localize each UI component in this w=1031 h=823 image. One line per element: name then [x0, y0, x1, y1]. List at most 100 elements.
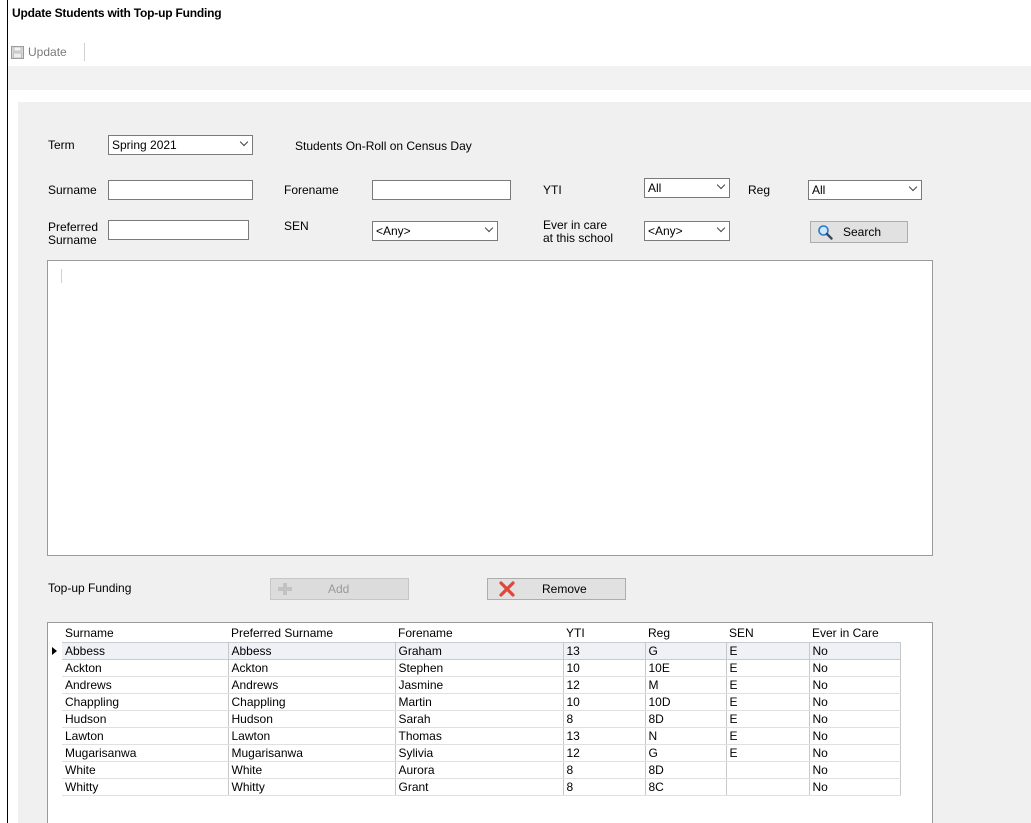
- cell-sen[interactable]: E: [726, 744, 810, 762]
- cell-reg[interactable]: G: [645, 744, 727, 762]
- cell-ever-in-care[interactable]: No: [809, 676, 901, 694]
- cell-reg[interactable]: 8D: [645, 710, 727, 728]
- cell-ever-in-care[interactable]: No: [809, 693, 901, 711]
- cell-sen[interactable]: E: [726, 676, 810, 694]
- column-header-surname[interactable]: Surname: [62, 623, 228, 643]
- cell-forename[interactable]: Sarah: [395, 710, 564, 728]
- cell-forename[interactable]: Grant: [395, 778, 564, 796]
- table-row[interactable]: Lawton Lawton Thomas 13 N E No: [48, 727, 901, 745]
- cell-sen[interactable]: [726, 761, 810, 779]
- cell-yti[interactable]: 13: [563, 642, 646, 660]
- cell-forename[interactable]: Thomas: [395, 727, 564, 745]
- table-row[interactable]: Mugarisanwa Mugarisanwa Sylivia 12 G E N…: [48, 744, 901, 762]
- yti-dropdown[interactable]: All: [644, 178, 730, 198]
- cell-reg[interactable]: 10D: [645, 693, 727, 711]
- cell-ever-in-care[interactable]: No: [809, 761, 901, 779]
- column-header-reg[interactable]: Reg: [645, 623, 726, 643]
- cell-reg[interactable]: N: [645, 727, 727, 745]
- top-up-funding-grid[interactable]: Surname Preferred Surname Forename YTI R…: [47, 622, 933, 823]
- cell-sen[interactable]: E: [726, 693, 810, 711]
- surname-label: Surname: [48, 183, 97, 197]
- cell-ever-in-care[interactable]: No: [809, 642, 901, 660]
- cell-preferred-surname[interactable]: Lawton: [228, 727, 396, 745]
- cell-reg[interactable]: G: [645, 642, 727, 660]
- cell-surname[interactable]: Mugarisanwa: [62, 744, 229, 762]
- table-row[interactable]: Chappling Chappling Martin 10 10D E No: [48, 693, 901, 711]
- cell-reg[interactable]: 8D: [645, 761, 727, 779]
- column-header-yti[interactable]: YTI: [563, 623, 645, 643]
- cell-preferred-surname[interactable]: Whitty: [228, 778, 396, 796]
- cell-yti[interactable]: 12: [563, 744, 646, 762]
- table-row[interactable]: Abbess Abbess Graham 13 G E No: [48, 642, 901, 660]
- table-row[interactable]: Hudson Hudson Sarah 8 8D E No: [48, 710, 901, 728]
- cell-sen[interactable]: E: [726, 727, 810, 745]
- cell-surname[interactable]: Lawton: [62, 727, 229, 745]
- table-row[interactable]: White White Aurora 8 8D No: [48, 761, 901, 779]
- cell-forename[interactable]: Jasmine: [395, 676, 564, 694]
- search-results-list[interactable]: [47, 260, 933, 556]
- cell-ever-in-care[interactable]: No: [809, 778, 901, 796]
- cell-forename[interactable]: Graham: [395, 642, 564, 660]
- preferred-surname-input[interactable]: [108, 220, 249, 240]
- cell-preferred-surname[interactable]: Hudson: [228, 710, 396, 728]
- table-row[interactable]: Whitty Whitty Grant 8 8C No: [48, 778, 901, 796]
- cell-preferred-surname[interactable]: Ackton: [228, 659, 396, 677]
- cell-surname[interactable]: Andrews: [62, 676, 229, 694]
- cell-yti[interactable]: 12: [563, 676, 646, 694]
- cell-ever-in-care[interactable]: No: [809, 659, 901, 677]
- cell-ever-in-care[interactable]: No: [809, 744, 901, 762]
- cell-surname[interactable]: Chappling: [62, 693, 229, 711]
- forename-input[interactable]: [372, 180, 511, 200]
- top-up-funding-label: Top-up Funding: [48, 581, 132, 595]
- update-button[interactable]: Update: [11, 42, 67, 62]
- add-button[interactable]: Add: [270, 578, 409, 600]
- cell-yti[interactable]: 8: [563, 761, 646, 779]
- surname-input[interactable]: [108, 180, 253, 200]
- cell-preferred-surname[interactable]: Abbess: [228, 642, 396, 660]
- cell-ever-in-care[interactable]: No: [809, 727, 901, 745]
- cell-preferred-surname[interactable]: White: [228, 761, 396, 779]
- cell-surname[interactable]: Whitty: [62, 778, 229, 796]
- cell-surname[interactable]: Abbess: [62, 642, 229, 660]
- cell-sen[interactable]: E: [726, 642, 810, 660]
- row-indicator: [48, 762, 62, 779]
- cell-sen[interactable]: E: [726, 659, 810, 677]
- cell-yti[interactable]: 10: [563, 693, 646, 711]
- sen-dropdown[interactable]: <Any>: [372, 221, 498, 241]
- column-header-preferred-surname[interactable]: Preferred Surname: [228, 623, 395, 643]
- chevron-down-icon: [715, 178, 729, 198]
- remove-icon: [499, 581, 515, 597]
- cell-forename[interactable]: Aurora: [395, 761, 564, 779]
- cell-surname[interactable]: White: [62, 761, 229, 779]
- cell-preferred-surname[interactable]: Andrews: [228, 676, 396, 694]
- table-row[interactable]: Ackton Ackton Stephen 10 10E E No: [48, 659, 901, 677]
- search-icon: [817, 224, 833, 240]
- cell-sen[interactable]: [726, 778, 810, 796]
- cell-yti[interactable]: 13: [563, 727, 646, 745]
- cell-reg[interactable]: M: [645, 676, 727, 694]
- term-value: Spring 2021: [112, 138, 177, 152]
- cell-forename[interactable]: Stephen: [395, 659, 564, 677]
- cell-forename[interactable]: Martin: [395, 693, 564, 711]
- cell-forename[interactable]: Sylivia: [395, 744, 564, 762]
- cell-yti[interactable]: 8: [563, 778, 646, 796]
- reg-dropdown[interactable]: All: [808, 180, 922, 200]
- cell-preferred-surname[interactable]: Mugarisanwa: [228, 744, 396, 762]
- column-header-forename[interactable]: Forename: [395, 623, 563, 643]
- cell-surname[interactable]: Hudson: [62, 710, 229, 728]
- cell-yti[interactable]: 10: [563, 659, 646, 677]
- cell-sen[interactable]: E: [726, 710, 810, 728]
- column-header-sen[interactable]: SEN: [726, 623, 809, 643]
- term-dropdown[interactable]: Spring 2021: [108, 135, 253, 155]
- cell-surname[interactable]: Ackton: [62, 659, 229, 677]
- table-row[interactable]: Andrews Andrews Jasmine 12 M E No: [48, 676, 901, 694]
- cell-ever-in-care[interactable]: No: [809, 710, 901, 728]
- search-button[interactable]: Search: [810, 221, 908, 243]
- remove-button[interactable]: Remove: [487, 578, 626, 600]
- ever-in-care-dropdown[interactable]: <Any>: [644, 221, 730, 241]
- cell-preferred-surname[interactable]: Chappling: [228, 693, 396, 711]
- cell-reg[interactable]: 8C: [645, 778, 727, 796]
- cell-reg[interactable]: 10E: [645, 659, 727, 677]
- cell-yti[interactable]: 8: [563, 710, 646, 728]
- column-header-ever-in-care[interactable]: Ever in Care: [809, 623, 900, 643]
